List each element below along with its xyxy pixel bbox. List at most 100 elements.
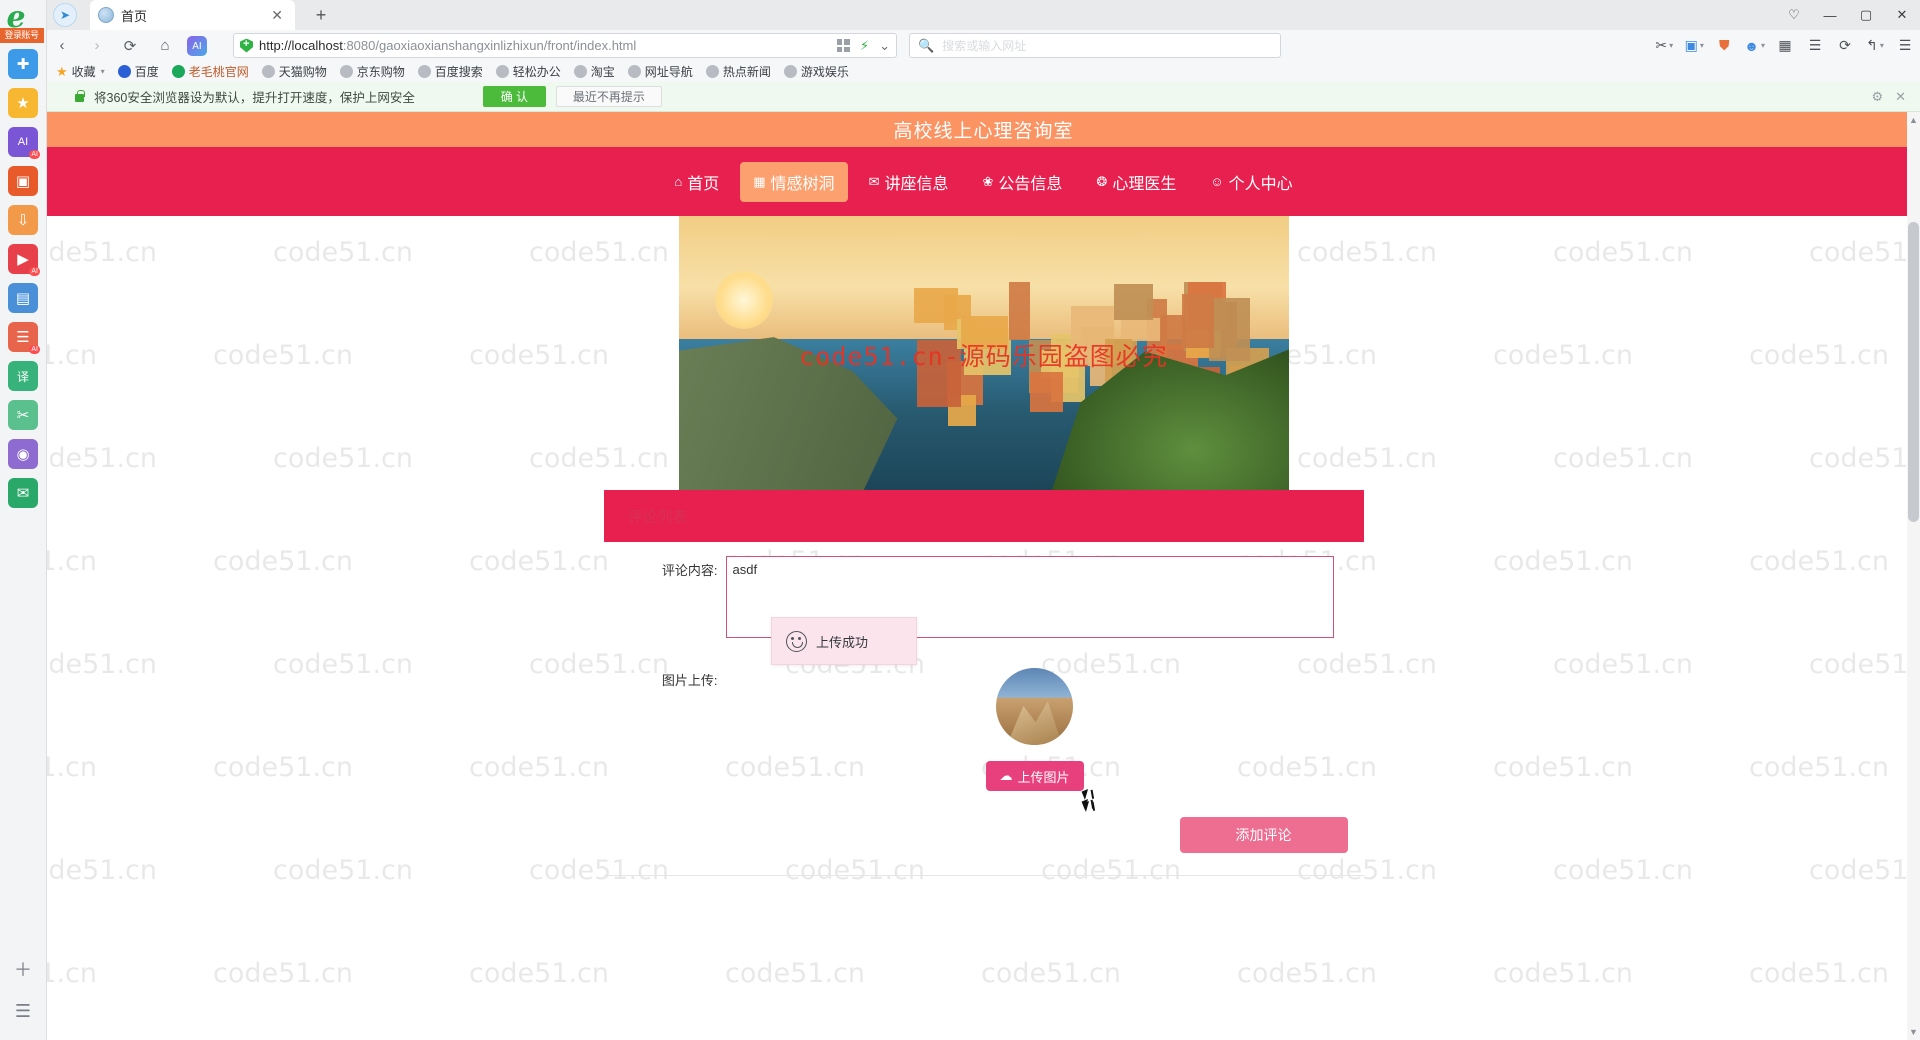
apps-grid-button[interactable]: ▦ bbox=[1770, 30, 1800, 61]
scroll-down-arrow[interactable]: ▼ bbox=[1907, 1024, 1920, 1040]
nav-home[interactable]: ⌂ 首页 bbox=[661, 162, 732, 202]
home-button[interactable]: ⌂ bbox=[152, 33, 178, 58]
mail-icon[interactable]: ✉ bbox=[8, 478, 38, 508]
video-icon[interactable]: ▶ AI bbox=[8, 244, 38, 274]
nav-emotion-tree-hole[interactable]: ▦ 情感树洞 bbox=[740, 162, 847, 202]
sync-button[interactable]: ⟳ bbox=[1830, 30, 1860, 61]
notification-actions: ⚙ ✕ bbox=[1871, 89, 1920, 105]
nav-label: 情感树洞 bbox=[771, 170, 835, 194]
smiley-icon bbox=[786, 631, 807, 652]
chevron-down-icon[interactable]: ⌄ bbox=[879, 38, 890, 54]
sidebar-toggle-button[interactable]: ➤ bbox=[47, 2, 83, 28]
site-icon bbox=[706, 65, 719, 78]
page-scrollbar[interactable]: ▲ ▼ bbox=[1907, 112, 1920, 1040]
scissors-icon[interactable]: ✂ bbox=[8, 400, 38, 430]
close-icon[interactable]: ✕ bbox=[1895, 89, 1906, 105]
window-close-button[interactable]: ✕ bbox=[1884, 0, 1920, 30]
watermark-text: code51.cn bbox=[1749, 958, 1889, 989]
watermark-text: code51.cn bbox=[725, 958, 865, 989]
add-comment-button[interactable]: 添加评论 bbox=[1180, 817, 1348, 853]
tab-title: 首页 bbox=[121, 6, 267, 25]
chart-icon[interactable]: ▤ bbox=[8, 283, 38, 313]
bookmark-tmall[interactable]: 天猫购物 bbox=[262, 63, 327, 80]
site-icon bbox=[496, 65, 509, 78]
add-panel-icon[interactable]: ✚ bbox=[8, 49, 38, 79]
menu-button[interactable]: ☰ bbox=[1800, 30, 1830, 61]
scroll-thumb[interactable] bbox=[1908, 222, 1919, 522]
shield-button[interactable]: ⛊ bbox=[1709, 30, 1739, 61]
bookmark-baidu[interactable]: 百度 bbox=[118, 63, 159, 80]
baidu-icon bbox=[118, 65, 131, 78]
site-navigation: ⌂ 首页 ▦ 情感树洞 ✉ 讲座信息 ❀ 公告信息 ❂ 心理医生 ☺ 个人中心 bbox=[47, 147, 1920, 216]
bookmark-label: 百度搜索 bbox=[435, 63, 483, 80]
user-account-button[interactable]: ☻ ▾ bbox=[1739, 30, 1770, 61]
back-button[interactable]: ‹ bbox=[49, 33, 75, 58]
nav-personal-center[interactable]: ☺ 个人中心 bbox=[1197, 162, 1305, 202]
favorites-star-icon[interactable]: ★ bbox=[8, 88, 38, 118]
bookmark-games[interactable]: 游戏娱乐 bbox=[784, 63, 849, 80]
chevron-down-icon[interactable]: ▾ bbox=[101, 67, 105, 76]
comment-panel-wrap: 评论列表 评论内容: 图片上传: ☁ 上传图片 bbox=[47, 490, 1920, 876]
site-icon bbox=[628, 65, 641, 78]
notes-icon[interactable]: ☰ AI bbox=[8, 322, 38, 352]
section-title: 评论列表 bbox=[628, 506, 688, 527]
new-tab-button[interactable]: + bbox=[309, 4, 333, 26]
settings-button[interactable]: ☰ bbox=[1890, 30, 1920, 61]
window-minimize-button[interactable]: — bbox=[1812, 0, 1848, 30]
nav-psychologist[interactable]: ❂ 心理医生 bbox=[1083, 162, 1189, 202]
eye-protect-icon[interactable]: ◉ bbox=[8, 439, 38, 469]
window-skin-button[interactable]: ♡ bbox=[1776, 0, 1812, 30]
mail-icon: ✉ bbox=[869, 174, 880, 190]
bookmark-baidu-search[interactable]: 百度搜索 bbox=[418, 63, 483, 80]
window-maximize-button[interactable]: ▢ bbox=[1848, 0, 1884, 30]
qrcode-icon[interactable] bbox=[837, 39, 850, 52]
bookmark-jd[interactable]: 京东购物 bbox=[340, 63, 405, 80]
bookmark-office[interactable]: 轻松办公 bbox=[496, 63, 561, 80]
search-bar[interactable]: 🔍 搜索或输入网址 bbox=[909, 33, 1281, 58]
bookmark-favorites[interactable]: ★ 收藏 ▾ bbox=[56, 63, 105, 80]
bookmark-laomaotao[interactable]: 老毛桃官网 bbox=[172, 63, 249, 80]
add-tool-icon[interactable]: ＋ bbox=[8, 954, 38, 984]
tab-favicon bbox=[98, 7, 114, 23]
uploaded-image-preview[interactable] bbox=[996, 668, 1073, 745]
upload-button-label: 上传图片 bbox=[1018, 767, 1070, 786]
dismiss-button[interactable]: 最近不再提示 bbox=[556, 86, 662, 107]
cut-tool-button[interactable]: ✂ ▾ bbox=[1649, 30, 1679, 61]
history-back-button[interactable]: ↰ ▾ bbox=[1860, 30, 1890, 61]
download-manager-icon[interactable]: ⇩ bbox=[8, 205, 38, 235]
upload-image-button[interactable]: ☁ 上传图片 bbox=[986, 761, 1084, 791]
nav-label: 心理医生 bbox=[1112, 170, 1176, 194]
nav-lecture-info[interactable]: ✉ 讲座信息 bbox=[856, 162, 962, 202]
translate-icon[interactable]: 译 bbox=[8, 361, 38, 391]
image-upload-controls: ☁ 上传图片 bbox=[986, 668, 1084, 791]
watermark-text: code51.cn bbox=[469, 958, 609, 989]
photo-gallery-icon[interactable]: ▣ bbox=[8, 166, 38, 196]
bookmark-nav[interactable]: 网址导航 bbox=[628, 63, 693, 80]
gear-icon[interactable]: ⚙ bbox=[1871, 89, 1883, 105]
ai-button[interactable]: AI bbox=[187, 36, 207, 56]
forward-button[interactable]: › bbox=[84, 33, 110, 58]
bookmark-taobao[interactable]: 淘宝 bbox=[574, 63, 615, 80]
bookmark-label: 游戏娱乐 bbox=[801, 63, 849, 80]
bookmark-label: 淘宝 bbox=[591, 63, 615, 80]
address-bar[interactable]: http://localhost:8080/gaoxiaoxianshangxi… bbox=[233, 33, 897, 58]
more-tools-icon[interactable]: ☰ bbox=[8, 996, 38, 1026]
ai-assistant-icon[interactable]: AI AI bbox=[8, 127, 38, 157]
hero-building bbox=[914, 288, 959, 323]
login-account-badge[interactable]: 登录账号 bbox=[0, 28, 44, 43]
page-viewport: code51.cncode51.cncode51.cncode51.cncode… bbox=[47, 112, 1920, 1040]
lightning-icon[interactable]: ⚡ bbox=[860, 38, 869, 54]
scroll-up-arrow[interactable]: ▲ bbox=[1907, 112, 1920, 128]
nav-announcement[interactable]: ❀ 公告信息 bbox=[969, 162, 1075, 202]
reload-button[interactable]: ⟳ bbox=[117, 33, 143, 58]
tab-close-icon[interactable]: ✕ bbox=[267, 7, 287, 24]
watermark-text: code51.cn bbox=[1493, 958, 1633, 989]
security-shield-icon bbox=[240, 39, 253, 53]
bookmark-news[interactable]: 热点新闻 bbox=[706, 63, 771, 80]
url-host: localhost bbox=[292, 38, 343, 53]
capture-button[interactable]: ▣ ▾ bbox=[1679, 30, 1709, 61]
hero-building bbox=[1114, 284, 1153, 319]
hero-building bbox=[1009, 282, 1030, 340]
confirm-button[interactable]: 确 认 bbox=[483, 86, 546, 107]
browser-tab-home[interactable]: 首页 ✕ bbox=[90, 0, 295, 30]
